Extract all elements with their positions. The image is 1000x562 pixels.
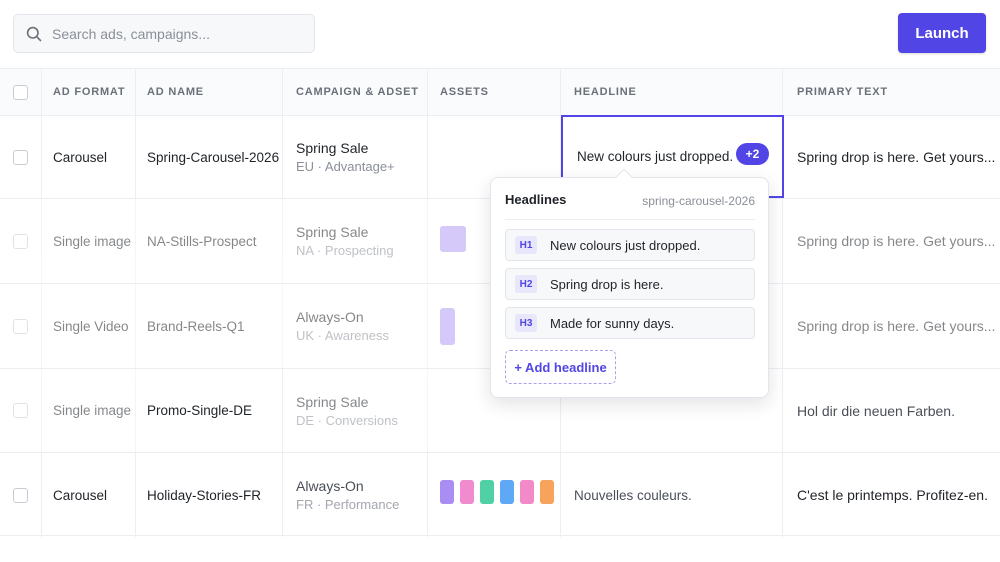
primary-text: Spring drop is here. Get yours... bbox=[797, 149, 996, 165]
adset-name: DE · Conversions bbox=[296, 412, 398, 428]
row-checkbox[interactable] bbox=[13, 149, 28, 165]
ad-name-cell[interactable]: Promo-Single-DE bbox=[136, 369, 283, 452]
column-header-assets[interactable]: ASSETS bbox=[428, 69, 561, 115]
row-checkbox[interactable] bbox=[13, 487, 28, 503]
ad-name-cell[interactable]: Spring-Carousel-2026 bbox=[136, 116, 283, 198]
primary-text: Spring drop is here. Get yours... bbox=[797, 233, 996, 249]
row-checkbox[interactable] bbox=[13, 318, 28, 334]
row-checkbox[interactable] bbox=[13, 403, 28, 418]
headline-item-text: New colours just dropped. bbox=[550, 237, 701, 253]
search-icon bbox=[26, 26, 42, 41]
primary-text-cell[interactable]: C'est le printemps. Profitez-en. bbox=[783, 453, 1000, 537]
popover-title: Headlines bbox=[505, 192, 567, 207]
column-header-campaign-adset[interactable]: CAMPAIGN & ADSET bbox=[283, 69, 428, 115]
headline-item[interactable]: H2 Spring drop is here. bbox=[505, 268, 755, 300]
row-select-cell bbox=[0, 199, 42, 283]
headline-tag: H2 bbox=[515, 275, 537, 293]
primary-text-cell[interactable]: Spring drop is here. Get yours... bbox=[783, 116, 1000, 198]
asset-thumbnail[interactable] bbox=[440, 480, 454, 504]
headline-tag: H1 bbox=[515, 236, 537, 254]
primary-text: C'est le printemps. Profitez-en. bbox=[797, 487, 988, 503]
headline-item[interactable]: H1 New colours just dropped. bbox=[505, 229, 755, 261]
adset-name: FR · Performance bbox=[296, 497, 400, 512]
ad-format-cell[interactable]: Single image bbox=[42, 369, 136, 452]
top-bar: Launch bbox=[0, 0, 1000, 68]
popover-header: Headlines spring-carousel-2026 bbox=[505, 192, 755, 220]
ad-name-cell[interactable]: Brand-Reels-Q1 bbox=[136, 284, 283, 368]
adset-name: NA · Prospecting bbox=[296, 243, 394, 258]
asset-thumbnail[interactable] bbox=[440, 226, 466, 252]
campaign-name: Spring Sale bbox=[296, 393, 369, 410]
asset-thumbnail[interactable] bbox=[460, 480, 474, 504]
ad-format-cell[interactable]: Carousel bbox=[42, 453, 136, 537]
asset-thumbnail[interactable] bbox=[500, 480, 514, 504]
row-select-cell bbox=[0, 116, 42, 198]
search-input[interactable] bbox=[52, 25, 292, 42]
column-header-primary-text[interactable]: PRIMARY TEXT bbox=[783, 69, 1000, 115]
column-header-ad-format[interactable]: AD FORMAT bbox=[42, 69, 136, 115]
adset-name: EU · Advantage+ bbox=[296, 159, 395, 174]
campaign-cell[interactable]: Spring Sale DE · Conversions bbox=[283, 369, 428, 452]
row-select-cell bbox=[0, 284, 42, 368]
column-header-ad-name[interactable]: AD NAME bbox=[136, 69, 283, 115]
headline-text: New colours just dropped. bbox=[577, 149, 734, 164]
row-checkbox[interactable] bbox=[13, 233, 28, 249]
headline-item[interactable]: H3 Made for sunny days. bbox=[505, 307, 755, 339]
row-select-cell bbox=[0, 369, 42, 452]
primary-text-cell[interactable]: Spring drop is here. Get yours... bbox=[783, 284, 1000, 368]
table-row[interactable]: Carousel Holiday-Stories-FR Always-On FR… bbox=[0, 453, 1000, 537]
asset-thumbnail[interactable] bbox=[520, 480, 534, 504]
primary-text-cell[interactable]: Spring drop is here. Get yours... bbox=[783, 199, 1000, 283]
assets-cell[interactable] bbox=[428, 453, 561, 537]
campaign-cell[interactable]: Spring Sale NA · Prospecting bbox=[283, 199, 428, 283]
campaign-name: Always-On bbox=[296, 478, 364, 494]
search-box[interactable] bbox=[13, 14, 315, 53]
row-select-cell bbox=[0, 453, 42, 537]
headlines-popover: Headlines spring-carousel-2026 H1 New co… bbox=[490, 168, 769, 398]
campaign-name: Spring Sale bbox=[296, 140, 369, 156]
headline-item-text: Made for sunny days. bbox=[550, 315, 675, 331]
primary-text: Spring drop is here. Get yours... bbox=[797, 318, 996, 334]
campaign-cell[interactable]: Spring Sale EU · Advantage+ bbox=[283, 116, 428, 198]
campaign-name: Always-On bbox=[296, 309, 364, 325]
headline-item-text: Spring drop is here. bbox=[550, 276, 664, 292]
campaign-cell[interactable]: Always-On UK · Awareness bbox=[283, 284, 428, 368]
column-header-headline[interactable]: HEADLINE bbox=[561, 69, 783, 115]
more-headlines-badge[interactable]: +2 bbox=[736, 143, 769, 165]
adset-name: UK · Awareness bbox=[296, 328, 389, 343]
headline-tag: H3 bbox=[515, 314, 537, 332]
campaign-cell[interactable]: Always-On FR · Performance bbox=[283, 453, 428, 537]
asset-thumbnail[interactable] bbox=[480, 480, 494, 504]
popover-ad-id: spring-carousel-2026 bbox=[642, 194, 755, 208]
campaign-name: Spring Sale bbox=[296, 224, 369, 240]
ad-format-cell[interactable]: Carousel bbox=[42, 116, 136, 198]
table-header: AD FORMAT AD NAME CAMPAIGN & ADSET ASSET… bbox=[0, 69, 1000, 116]
select-all-cell bbox=[0, 69, 42, 115]
asset-thumbnail[interactable] bbox=[540, 480, 554, 504]
ad-format-cell[interactable]: Single Video bbox=[42, 284, 136, 368]
add-headline-button[interactable]: + Add headline bbox=[505, 350, 616, 384]
select-all-checkbox[interactable] bbox=[13, 84, 28, 100]
asset-thumbnail[interactable] bbox=[440, 307, 455, 345]
launch-button[interactable]: Launch bbox=[898, 13, 986, 53]
headline-cell[interactable]: Nouvelles couleurs. bbox=[561, 453, 783, 537]
ad-format-cell[interactable]: Single image bbox=[42, 199, 136, 283]
primary-text-cell[interactable]: Hol dir die neuen Farben. bbox=[783, 369, 1000, 452]
primary-text: Hol dir die neuen Farben. bbox=[797, 402, 955, 419]
ad-name-cell[interactable]: Holiday-Stories-FR bbox=[136, 453, 283, 537]
ad-name-cell[interactable]: NA-Stills-Prospect bbox=[136, 199, 283, 283]
